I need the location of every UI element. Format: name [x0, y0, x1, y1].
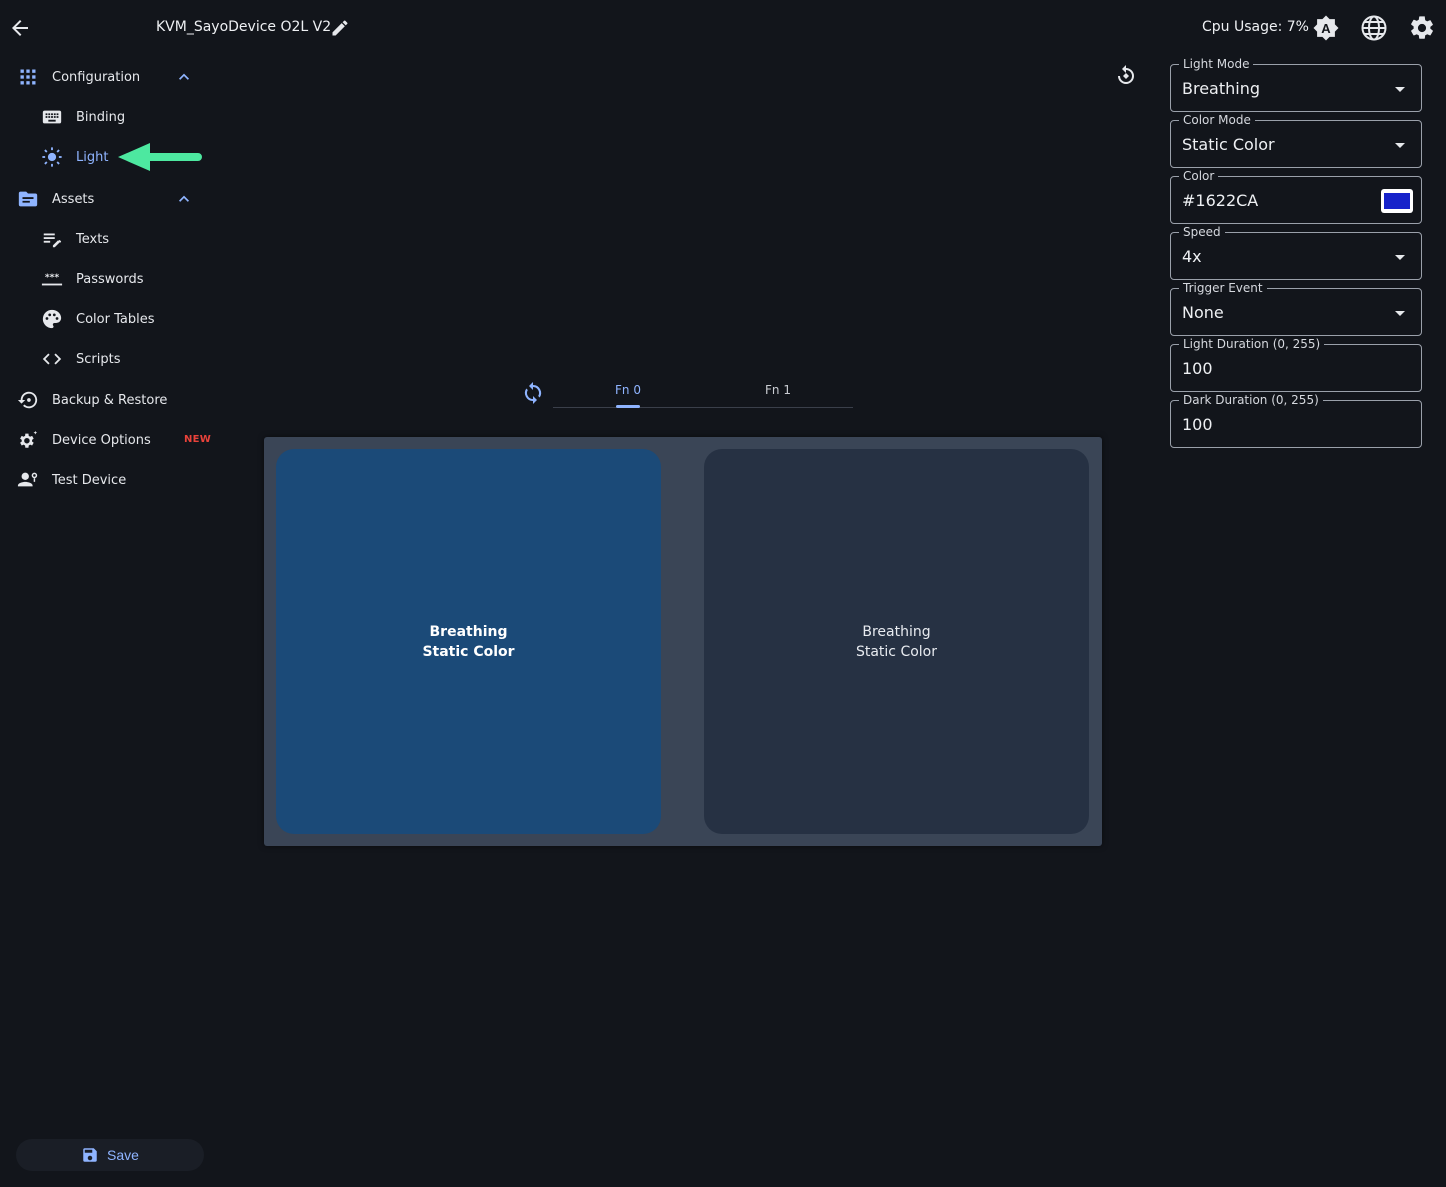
sync-icon[interactable] [521, 381, 545, 405]
sidebar-item-label: Texts [76, 231, 110, 247]
tab-label: Fn 1 [765, 383, 791, 397]
device-settings-icon [16, 428, 40, 452]
sidebar-item-backup-restore[interactable]: Backup & Restore [16, 385, 167, 415]
device-title: KVM_SayoDevice O2L V2 [156, 19, 332, 35]
sidebar-item-label: Configuration [52, 69, 141, 85]
cpu-usage-readout: Cpu Usage: 7% [1202, 19, 1309, 35]
sidebar-item-label: Color Tables [76, 311, 155, 327]
light-mode-select[interactable]: Light Mode Breathing [1170, 57, 1422, 112]
field-label: Color [1179, 169, 1219, 183]
apps-grid-icon [16, 65, 40, 89]
sidebar-item-label: Backup & Restore [52, 392, 168, 408]
password-icon: *** [40, 267, 64, 291]
sidebar-item-label: Passwords [76, 271, 144, 287]
chevron-up-icon[interactable] [174, 67, 194, 87]
key-mode-label: Breathing [862, 623, 931, 640]
field-value: Breathing [1182, 79, 1261, 98]
sidebar-item-color-tables[interactable]: Color Tables [40, 304, 154, 334]
sidebar-item-label: Test Device [52, 472, 127, 488]
code-icon [40, 347, 64, 371]
save-floppy-icon [81, 1146, 99, 1164]
field-value: None [1182, 303, 1224, 322]
dark-duration-input[interactable]: Dark Duration (0, 255) 100 [1170, 393, 1422, 448]
sidebar-item-binding[interactable]: Binding [40, 102, 125, 132]
key-button-1[interactable]: Breathing Static Color [704, 449, 1089, 834]
keyboard-icon [40, 105, 64, 129]
fn-layer-tabs: Fn 0 Fn 1 [553, 372, 853, 408]
field-value: 100 [1182, 359, 1213, 378]
save-button[interactable]: Save [16, 1139, 204, 1171]
trigger-event-select[interactable]: Trigger Event None [1170, 281, 1422, 336]
new-badge: NEW [184, 434, 212, 445]
field-value: Static Color [1182, 135, 1275, 154]
field-label: Light Mode [1179, 57, 1254, 71]
key-mode-label: Breathing [429, 623, 508, 640]
field-label: Speed [1179, 225, 1225, 239]
sidebar-item-label: Assets [52, 191, 95, 207]
key-color-mode-label: Static Color [855, 643, 938, 660]
field-label: Color Mode [1179, 113, 1255, 127]
key-button-0[interactable]: Breathing Static Color [276, 449, 661, 834]
dropdown-caret-icon [1395, 87, 1405, 92]
tab-label: Fn 0 [615, 383, 641, 397]
sidebar-item-light[interactable]: Light [40, 142, 108, 172]
field-label: Dark Duration (0, 255) [1179, 393, 1323, 407]
field-value: 4x [1182, 247, 1202, 266]
annotation-arrow-icon [116, 141, 206, 173]
sidebar-item-test-device[interactable]: Test Device [16, 465, 126, 495]
text-edit-icon [40, 227, 64, 251]
auto-theme-icon[interactable]: A [1312, 14, 1340, 42]
key-color-mode-label: Static Color [422, 643, 515, 660]
color-input[interactable]: Color #1622CA [1170, 169, 1422, 224]
sidebar-item-assets[interactable]: Assets [16, 184, 94, 214]
dropdown-caret-icon [1395, 143, 1405, 148]
field-value: #1622CA [1182, 191, 1259, 210]
svg-text:A: A [1321, 21, 1331, 36]
tab-fn0[interactable]: Fn 0 [553, 372, 703, 408]
chevron-up-icon[interactable] [174, 189, 194, 209]
sidebar-item-label: Scripts [76, 351, 121, 367]
color-mode-select[interactable]: Color Mode Static Color [1170, 113, 1422, 168]
color-swatch-button[interactable] [1381, 189, 1413, 213]
sidebar-item-label: Light [76, 149, 109, 165]
field-label: Light Duration (0, 255) [1179, 337, 1325, 351]
dropdown-caret-icon [1395, 255, 1405, 260]
reset-icon[interactable] [1114, 64, 1138, 88]
sidebar-item-device-options[interactable]: Device Options [16, 425, 151, 455]
edit-pencil-icon[interactable] [330, 18, 350, 38]
dropdown-caret-icon [1395, 311, 1405, 316]
folder-icon [16, 187, 40, 211]
key-layout-panel: Breathing Static Color Breathing Static … [264, 437, 1102, 846]
language-globe-icon[interactable] [1360, 14, 1388, 42]
sidebar-item-texts[interactable]: Texts [40, 224, 109, 254]
field-label: Trigger Event [1179, 281, 1267, 295]
sidebar-item-passwords[interactable]: *** Passwords [40, 264, 144, 294]
tab-fn1[interactable]: Fn 1 [703, 372, 853, 408]
color-swatch [1384, 193, 1410, 209]
test-device-icon [16, 468, 40, 492]
svg-text:***: *** [45, 272, 60, 283]
backup-restore-icon [16, 388, 40, 412]
save-label: Save [107, 1147, 139, 1163]
back-arrow-icon[interactable] [8, 16, 32, 40]
field-value: 100 [1182, 415, 1213, 434]
sidebar-item-configuration[interactable]: Configuration [16, 62, 140, 92]
brightness-icon [40, 145, 64, 169]
sidebar-item-label: Device Options [52, 432, 151, 448]
settings-gear-icon[interactable] [1408, 14, 1436, 42]
sidebar-item-scripts[interactable]: Scripts [40, 344, 120, 374]
palette-icon [40, 307, 64, 331]
speed-select[interactable]: Speed 4x [1170, 225, 1422, 280]
light-duration-input[interactable]: Light Duration (0, 255) 100 [1170, 337, 1422, 392]
sidebar-item-label: Binding [76, 109, 126, 125]
tab-indicator [616, 405, 640, 408]
